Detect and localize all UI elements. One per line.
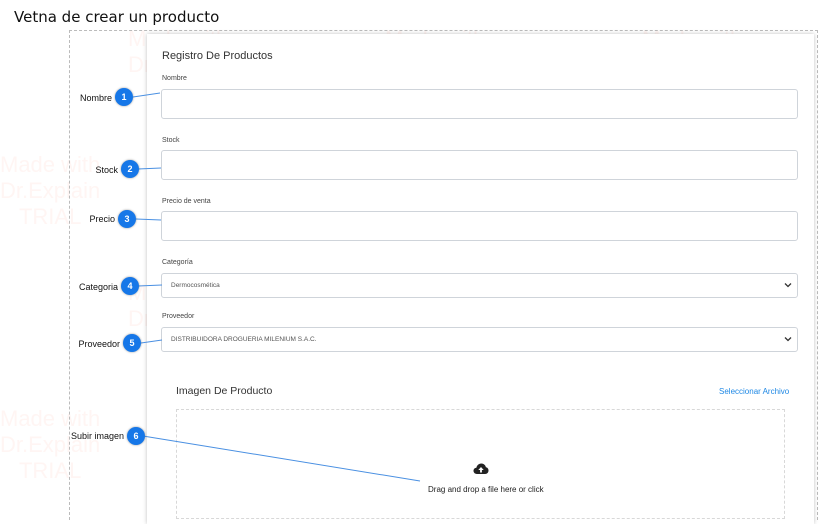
callout-label-precio: Precio [89,214,115,224]
callout-badge-2: 2 [121,160,139,178]
callout-label-subir-imagen: Subir imagen [70,431,124,441]
callout-badge-1: 1 [115,88,133,106]
callout-label-stock: Stock [95,165,118,175]
callout-label-categoria: Categoria [78,282,118,292]
callout-badge-3: 3 [118,210,136,228]
callout-badge-5: 5 [123,334,141,352]
callout-badge-6: 6 [127,427,145,445]
callout-label-proveedor: Proveedor [78,339,120,349]
callout-badge-4: 4 [121,277,139,295]
callout-label-nombre: Nombre [79,93,112,103]
